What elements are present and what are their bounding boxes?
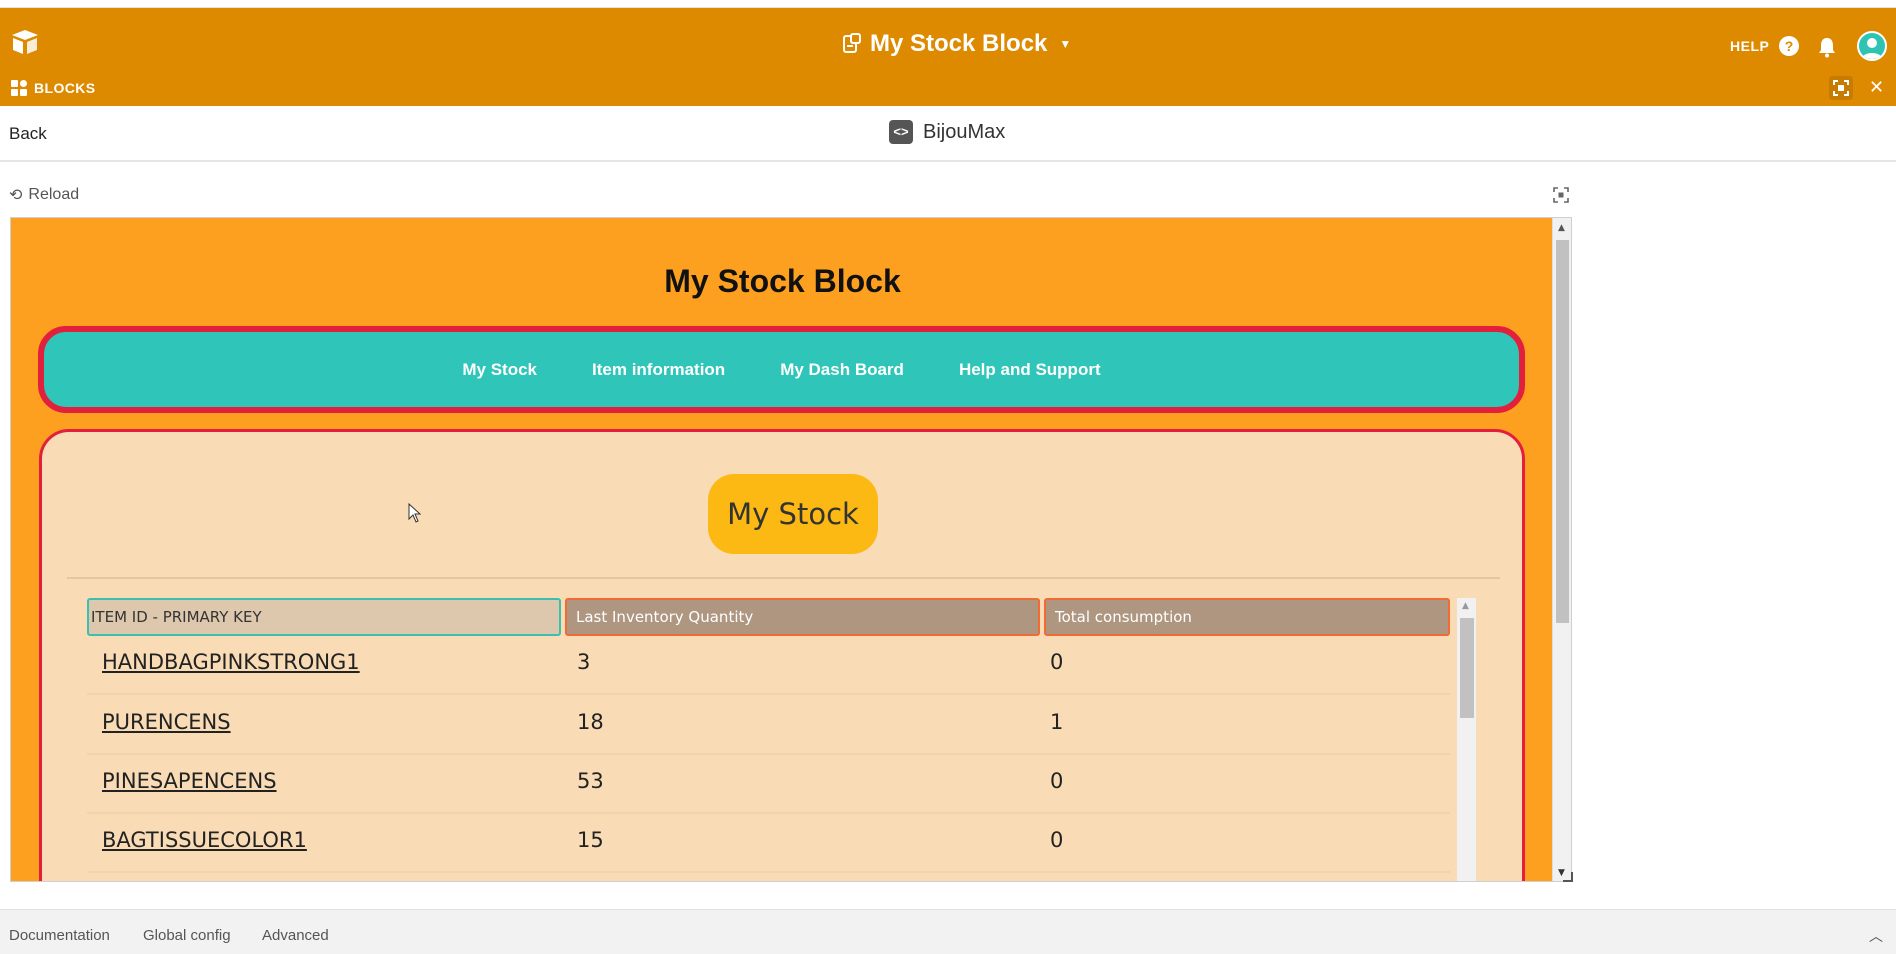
block-header: Back <> BijouMax [0,106,1896,162]
app-header: My Stock Block ▼ HELP ? [0,8,1896,78]
scroll-up-icon[interactable]: ▲ [1462,601,1469,611]
bell-icon[interactable] [1817,36,1837,58]
code-icon: <> [889,120,913,144]
back-button[interactable]: Back [9,124,47,144]
quantity-cell: 15 [577,828,604,852]
block-name: <> BijouMax [889,120,1005,144]
table-header: ITEM ID - PRIMARY KEY Last Inventory Qua… [87,598,1462,636]
base-icon [843,33,861,53]
nav-my-stock[interactable]: My Stock [462,360,537,380]
nav-item-information[interactable]: Item information [592,360,725,380]
blocks-toggle[interactable]: BLOCKS [10,79,96,97]
expand-icon[interactable] [1552,186,1570,204]
advanced-link[interactable]: Advanced [262,927,329,944]
reload-icon: ⟲ [9,187,23,204]
close-icon[interactable]: ✕ [1869,77,1884,98]
quantity-cell: 3 [577,650,591,674]
help-link[interactable]: HELP [1730,38,1769,54]
stock-table: ITEM ID - PRIMARY KEY Last Inventory Qua… [87,598,1477,881]
chevron-down-icon: ▼ [1059,37,1072,51]
table-row: BAGTISSUECOLOR1 15 0 [87,814,1450,873]
base-title-menu[interactable]: My Stock Block ▼ [842,27,1071,61]
consumption-cell: 0 [1050,828,1064,852]
main-nav: My Stock Item information My Dash Board … [38,326,1525,413]
airtable-logo-icon[interactable] [10,28,40,56]
global-config-link[interactable]: Global config [143,927,231,944]
column-header-total-consumption[interactable]: Total consumption [1044,598,1450,636]
blocks-icon [11,80,27,96]
consumption-cell: 0 [1050,650,1064,674]
blocks-bar: BLOCKS ✕ [0,72,1896,106]
quantity-cell: 18 [577,710,604,734]
item-id-link[interactable]: BAGTISSUECOLOR1 [102,828,307,852]
base-title: My Stock Block [870,30,1048,57]
scroll-up-icon[interactable]: ▲ [1558,223,1565,233]
chevron-up-icon[interactable]: ︿ [1869,926,1883,946]
mouse-cursor-icon [408,503,422,523]
column-header-item-id[interactable]: ITEM ID - PRIMARY KEY [87,598,561,636]
fullscreen-button[interactable] [1829,76,1853,100]
quantity-cell: 53 [577,769,604,793]
frame-scroll-thumb[interactable] [1556,240,1569,623]
item-id-link[interactable]: PINESAPENCENS [102,769,277,793]
nav-help-and-support[interactable]: Help and Support [959,360,1101,380]
fullscreen-icon [1833,80,1849,96]
bottom-bar: Documentation Global config Advanced ︿ [0,909,1896,954]
window-top-strip [0,0,1896,8]
nav-my-dash-board[interactable]: My Dash Board [780,360,904,380]
table-row: PINESAPENCENS 53 0 [87,755,1450,814]
consumption-cell: 0 [1050,769,1064,793]
table-scroll-thumb[interactable] [1460,618,1474,718]
user-icon [1862,38,1882,59]
stock-panel: My Stock ITEM ID - PRIMARY KEY Last Inve… [39,429,1525,881]
block-frame: My Stock Block My Stock Item information… [10,217,1572,882]
column-header-last-inventory[interactable]: Last Inventory Quantity [565,598,1040,636]
page-title: My Stock Block [664,263,901,299]
consumption-cell: 1 [1050,710,1064,734]
reload-button[interactable]: ⟲ Reload [9,185,79,205]
table-row: HANDBAGPINKSTRONG1 3 0 [87,636,1450,695]
frame-scrollbar[interactable]: ▲ ▼ [1552,218,1571,881]
table-row: PURENCENS 18 1 [87,696,1450,755]
table-scrollbar[interactable]: ▲ [1457,598,1476,881]
divider [67,577,1500,579]
blocks-label: BLOCKS [34,80,96,96]
avatar[interactable] [1857,31,1887,61]
block-name-label: BijouMax [923,120,1006,143]
documentation-link[interactable]: Documentation [9,927,110,944]
section-title: My Stock [708,474,878,554]
reload-label: Reload [28,186,80,203]
help-icon[interactable]: ? [1779,36,1799,56]
resize-handle[interactable] [1563,872,1573,882]
item-id-link[interactable]: HANDBAGPINKSTRONG1 [102,650,360,674]
item-id-link[interactable]: PURENCENS [102,710,231,734]
